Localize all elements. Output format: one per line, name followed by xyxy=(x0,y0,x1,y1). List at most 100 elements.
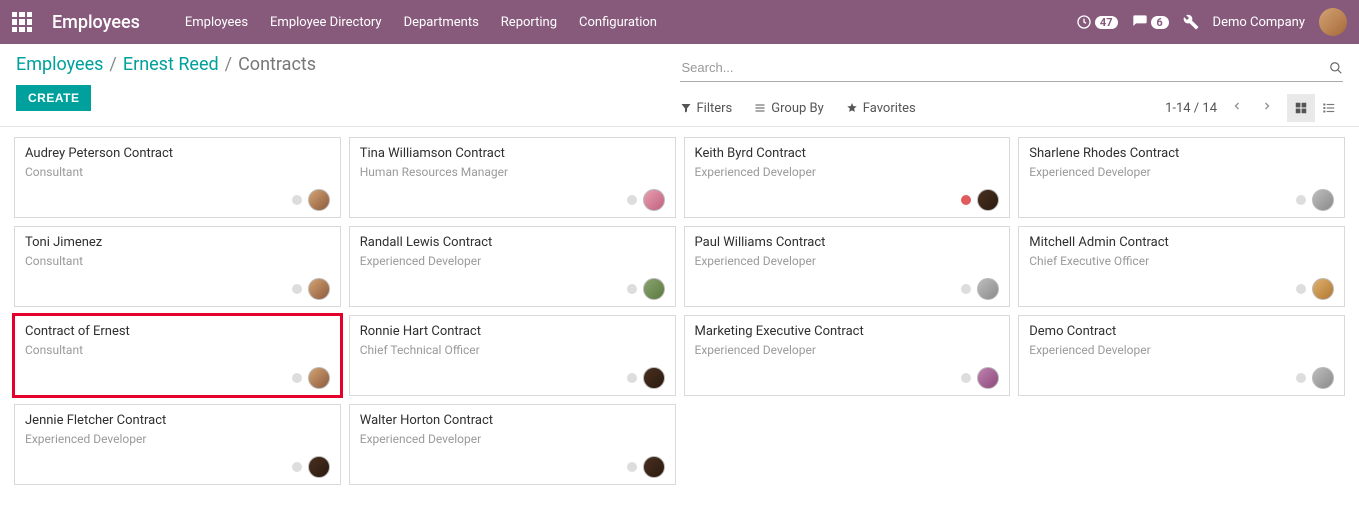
kanban-view-button[interactable] xyxy=(1287,94,1315,122)
card-title: Keith Byrd Contract xyxy=(695,146,1000,161)
breadcrumb: Employees / Ernest Reed / Contracts xyxy=(16,54,680,75)
kanban-card[interactable]: Toni JimenezConsultant xyxy=(14,226,341,307)
filters-button[interactable]: Filters xyxy=(680,101,733,116)
status-dot[interactable] xyxy=(1296,195,1306,205)
activity-icon[interactable]: 47 xyxy=(1076,14,1118,30)
status-dot[interactable] xyxy=(961,373,971,383)
user-avatar[interactable] xyxy=(1319,8,1347,36)
card-title: Sharlene Rhodes Contract xyxy=(1029,146,1334,161)
card-subtitle: Consultant xyxy=(25,165,330,179)
avatar[interactable] xyxy=(1312,278,1334,300)
search-input[interactable] xyxy=(680,58,1330,77)
nav-configuration[interactable]: Configuration xyxy=(579,15,657,30)
avatar[interactable] xyxy=(977,278,999,300)
status-dot[interactable] xyxy=(292,195,302,205)
settings-icon[interactable] xyxy=(1183,14,1199,30)
card-title: Tina Williamson Contract xyxy=(360,146,665,161)
kanban-card[interactable]: Randall Lewis ContractExperienced Develo… xyxy=(349,226,676,307)
status-dot[interactable] xyxy=(627,373,637,383)
kanban-card[interactable]: Mitchell Admin ContractChief Executive O… xyxy=(1018,226,1345,307)
card-title: Walter Horton Contract xyxy=(360,413,665,428)
pager-text: 1-14 / 14 xyxy=(1165,101,1217,116)
kanban-card[interactable]: Keith Byrd ContractExperienced Developer xyxy=(684,137,1011,218)
card-title: Demo Contract xyxy=(1029,324,1334,339)
card-title: Randall Lewis Contract xyxy=(360,235,665,250)
card-subtitle: Experienced Developer xyxy=(1029,165,1334,179)
card-subtitle: Experienced Developer xyxy=(1029,343,1334,357)
card-footer xyxy=(360,456,665,478)
status-dot[interactable] xyxy=(627,284,637,294)
avatar[interactable] xyxy=(643,367,665,389)
card-footer xyxy=(25,189,330,211)
kanban-card[interactable]: Paul Williams ContractExperienced Develo… xyxy=(684,226,1011,307)
status-dot[interactable] xyxy=(961,195,971,205)
avatar[interactable] xyxy=(308,278,330,300)
card-title: Ronnie Hart Contract xyxy=(360,324,665,339)
pager-next[interactable] xyxy=(1257,100,1277,116)
status-dot[interactable] xyxy=(1296,373,1306,383)
status-dot[interactable] xyxy=(292,284,302,294)
avatar[interactable] xyxy=(643,278,665,300)
avatar[interactable] xyxy=(308,456,330,478)
card-footer xyxy=(695,189,1000,211)
pager-prev[interactable] xyxy=(1227,100,1247,116)
card-subtitle: Experienced Developer xyxy=(695,343,1000,357)
create-button[interactable]: CREATE xyxy=(16,85,91,111)
card-title: Jennie Fletcher Contract xyxy=(25,413,330,428)
card-footer xyxy=(695,278,1000,300)
search-bar xyxy=(680,54,1344,82)
card-footer xyxy=(25,278,330,300)
avatar[interactable] xyxy=(1312,189,1334,211)
filters-label: Filters xyxy=(697,101,733,116)
messages-icon[interactable]: 6 xyxy=(1132,14,1169,30)
status-dot[interactable] xyxy=(1296,284,1306,294)
top-nav: Employees Employees Employee Directory D… xyxy=(0,0,1359,44)
status-dot[interactable] xyxy=(292,373,302,383)
card-subtitle: Consultant xyxy=(25,343,330,357)
kanban-card[interactable]: Walter Horton ContractExperienced Develo… xyxy=(349,404,676,485)
nav-reporting[interactable]: Reporting xyxy=(501,15,557,30)
kanban-card[interactable]: Jennie Fletcher Contract Experienced Deve… xyxy=(14,404,341,485)
avatar[interactable] xyxy=(977,367,999,389)
card-subtitle: Experienced Developer xyxy=(25,432,330,446)
apps-icon[interactable] xyxy=(12,12,32,32)
card-subtitle: Chief Technical Officer xyxy=(360,343,665,357)
breadcrumb-sep: / xyxy=(109,54,116,75)
nav-employee-directory[interactable]: Employee Directory xyxy=(270,15,382,30)
search-icon[interactable] xyxy=(1329,61,1343,75)
avatar[interactable] xyxy=(977,189,999,211)
favorites-button[interactable]: Favorites xyxy=(846,101,916,116)
avatar[interactable] xyxy=(1312,367,1334,389)
activity-count: 47 xyxy=(1095,16,1118,29)
group-by-button[interactable]: Group By xyxy=(754,101,824,116)
list-view-button[interactable] xyxy=(1315,94,1343,122)
kanban-card[interactable]: Marketing Executive ContractExperienced … xyxy=(684,315,1011,396)
breadcrumb-mid[interactable]: Ernest Reed xyxy=(123,54,219,75)
status-dot[interactable] xyxy=(292,462,302,472)
card-footer xyxy=(360,278,665,300)
group-by-label: Group By xyxy=(771,101,824,116)
status-dot[interactable] xyxy=(961,284,971,294)
control-panel: Employees / Ernest Reed / Contracts CREA… xyxy=(0,44,1359,127)
avatar[interactable] xyxy=(643,456,665,478)
status-dot[interactable] xyxy=(627,462,637,472)
card-title: Mitchell Admin Contract xyxy=(1029,235,1334,250)
company-switcher[interactable]: Demo Company xyxy=(1213,15,1305,30)
kanban-card[interactable]: Audrey Peterson ContractConsultant xyxy=(14,137,341,218)
kanban-card[interactable]: Demo Contract Experienced Developer xyxy=(1018,315,1345,396)
breadcrumb-root[interactable]: Employees xyxy=(16,54,103,75)
status-dot[interactable] xyxy=(627,195,637,205)
kanban-card[interactable]: Contract of ErnestConsultant xyxy=(14,315,341,396)
kanban-card[interactable]: Tina Williamson ContractHuman Resources … xyxy=(349,137,676,218)
nav-employees[interactable]: Employees xyxy=(185,15,248,30)
card-subtitle: Consultant xyxy=(25,254,330,268)
card-footer xyxy=(1029,367,1334,389)
kanban-card[interactable]: Sharlene Rhodes Contract Experienced Deve… xyxy=(1018,137,1345,218)
toolbar: Filters Group By Favorites 1-14 / 14 xyxy=(680,90,1344,126)
avatar[interactable] xyxy=(308,189,330,211)
nav-departments[interactable]: Departments xyxy=(404,15,479,30)
kanban-card[interactable]: Ronnie Hart Contract Chief Technical Offi… xyxy=(349,315,676,396)
avatar[interactable] xyxy=(308,367,330,389)
card-subtitle: Experienced Developer xyxy=(695,254,1000,268)
avatar[interactable] xyxy=(643,189,665,211)
